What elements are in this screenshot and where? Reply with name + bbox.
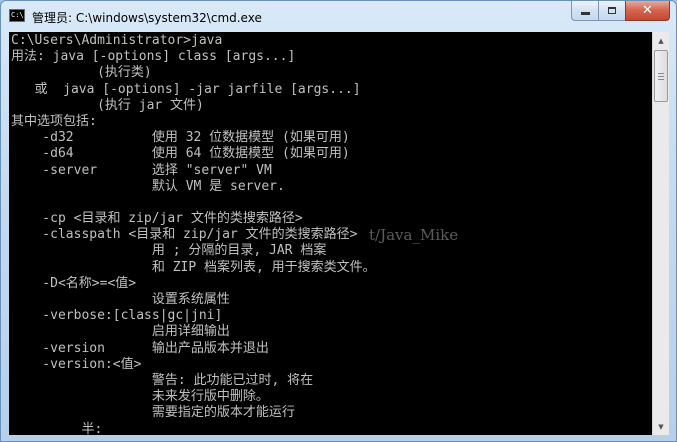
minimize-icon [580,12,590,15]
grip-line [658,79,664,80]
console-line: (执行类) [11,65,152,81]
grip-line [658,76,664,77]
watermark-text: t/Java_Mike [369,226,459,244]
console-line: -version:<值> [11,356,142,372]
console-line: -D<名称>=<值> [11,275,137,291]
console-line: C:\Users\Administrator>java [11,33,223,48]
vertical-scrollbar[interactable]: ▲ ▼ [652,32,669,435]
console-line: 和 ZIP 档案列表, 用于搜索类文件。 [11,259,376,275]
title-bar[interactable]: C:\ 管理员: C:\windows\system32\cmd.exe ✕ [1,1,676,32]
console-line: -server 选择 "server" VM [11,162,272,178]
caption-buttons: ✕ [571,1,670,21]
console-line: 用法: java [-options] class [args...] [11,49,296,65]
console-line: -d64 使用 64 位数据模型 (如果可用) [11,146,350,162]
window-bottom-border [1,435,676,441]
scroll-down-button[interactable]: ▼ [653,418,669,435]
console-line: -cp <目录和 zip/jar 文件的类搜索路径> [11,211,303,227]
console-line: 其中选项包括: [11,113,97,129]
console-line: 启用详细输出 [11,324,230,340]
console-line: 未来发行版中删除。 [11,389,269,405]
console-line: 或 java [-options] -jar jarfile [args...] [11,81,361,97]
console-app-icon[interactable]: C:\ [9,9,25,22]
arrow-down-icon: ▼ [658,422,664,431]
console-line: 警告: 此功能已过时, 将在 [11,372,314,388]
close-button[interactable]: ✕ [625,1,670,21]
scroll-thumb[interactable] [654,50,668,102]
close-icon: ✕ [642,3,653,18]
console-line: 默认 VM 是 server. [11,178,285,194]
console-line: 需要指定的版本才能运行 [11,405,295,421]
console-line: 半: [11,421,103,436]
console-line: -verbose:[class|gc|jni] [11,308,223,324]
scroll-up-button[interactable]: ▲ [653,32,669,49]
maximize-icon [608,7,616,14]
console-line: (执行 jar 文件) [11,97,204,113]
console-output[interactable]: C:\Users\Administrator>java 用法: java [-op… [9,32,652,435]
arrow-up-icon: ▲ [658,36,664,45]
maximize-button[interactable] [598,1,625,21]
minimize-button[interactable] [571,1,598,21]
console-lines: C:\Users\Administrator>java 用法: java [-op… [11,33,376,435]
console-line: -classpath <目录和 zip/jar 文件的类搜索路径> [11,227,358,243]
window-title: 管理员: C:\windows\system32\cmd.exe [32,11,262,25]
console-line: 用 ; 分隔的目录, JAR 档案 [11,243,327,259]
cmd-window: C:\ 管理员: C:\windows\system32\cmd.exe ✕ C… [0,0,677,442]
console-line: 设置系统属性 [11,292,230,307]
console-line: -version 输出产品版本并退出 [11,340,269,356]
grip-line [658,73,664,74]
console-line: -d32 使用 32 位数据模型 (如果可用) [11,130,350,146]
